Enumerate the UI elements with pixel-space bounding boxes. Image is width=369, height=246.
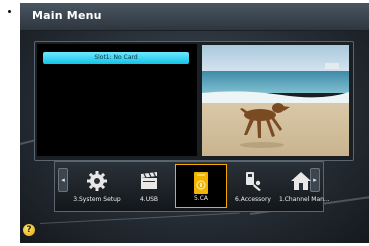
- menu-item-label: 3.System Setup: [73, 196, 121, 203]
- title-bar: Main Menu: [20, 3, 369, 31]
- bullet-dot: [8, 10, 11, 13]
- menu-item-label: 4.USB: [139, 196, 159, 203]
- menu-item-system-setup[interactable]: 3.System Setup: [71, 164, 123, 208]
- info-panel: Slot1: No Card: [37, 44, 197, 156]
- ca-card-icon: [194, 172, 208, 194]
- video-preview: [202, 45, 349, 156]
- menu-item-label: 1.Channel Man...: [279, 196, 330, 203]
- channel-logo-icon: [325, 63, 339, 69]
- house-icon: [291, 172, 311, 190]
- scroll-left-arrow-icon[interactable]: ◂: [58, 168, 68, 192]
- tools-icon: [246, 172, 261, 191]
- tv-screen: Main Menu Slot1: No Card ◂ ▸ 3.System Se…: [20, 3, 369, 243]
- menu-item-channel-manager[interactable]: 1.Channel Man...: [279, 164, 330, 208]
- menu-item-label: 6.Accessory: [235, 196, 271, 203]
- slot-status-bar[interactable]: Slot1: No Card: [43, 52, 189, 64]
- help-icon[interactable]: ?: [23, 224, 35, 236]
- menu-carousel: ◂ ▸ 3.System Setup 4.USB 5.CA 6.Accessor…: [54, 161, 330, 212]
- gear-icon: [87, 171, 107, 191]
- menu-item-label: 5.CA: [193, 195, 209, 202]
- page-title: Main Menu: [32, 9, 102, 22]
- menu-item-usb[interactable]: 4.USB: [123, 164, 175, 208]
- content-frame: Slot1: No Card: [34, 41, 354, 161]
- menu-item-accessory[interactable]: 6.Accessory: [227, 164, 279, 208]
- background-light-streak: [39, 212, 240, 224]
- menu-item-ca[interactable]: 5.CA: [175, 164, 227, 208]
- beach-dog-image: [202, 45, 349, 156]
- clapperboard-icon: [141, 172, 157, 189]
